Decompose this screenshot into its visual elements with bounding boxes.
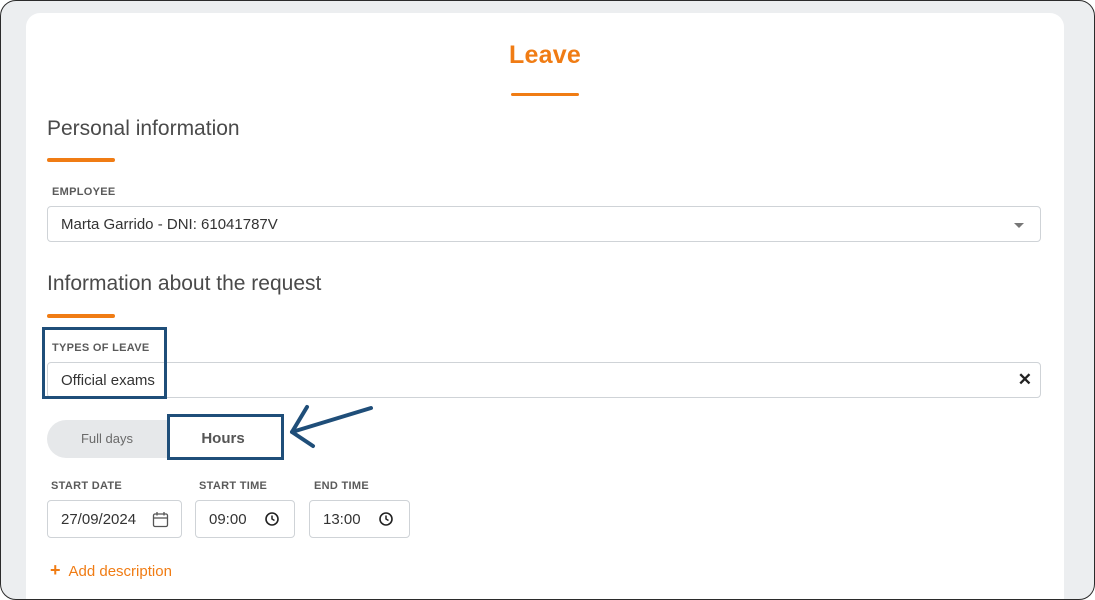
start-date-value: 27/09/2024 xyxy=(61,511,137,528)
hours-highlight-box xyxy=(167,414,284,460)
employee-value: Marta Garrido - DNI: 61041787V xyxy=(61,216,278,233)
end-time-value: 13:00 xyxy=(323,511,361,528)
page-title-underline xyxy=(511,93,579,96)
start-time-label: START TIME xyxy=(199,480,268,492)
start-date-label: START DATE xyxy=(51,480,123,492)
request-info-underline xyxy=(47,314,115,318)
page-title: Leave xyxy=(509,41,581,69)
personal-info-title: Personal information xyxy=(47,117,240,140)
end-time-label: END TIME xyxy=(314,480,369,492)
types-of-leave-highlight-box xyxy=(42,327,167,399)
calendar-icon[interactable] xyxy=(152,511,169,533)
employee-label: EMPLOYEE xyxy=(52,186,116,198)
add-description-link[interactable]: + Add description xyxy=(50,560,172,581)
employee-select[interactable]: Marta Garrido - DNI: 61041787V xyxy=(47,206,1041,242)
types-of-leave-select[interactable]: Official exams ✕ xyxy=(47,362,1041,398)
close-icon[interactable]: ✕ xyxy=(1018,370,1032,390)
personal-info-underline xyxy=(47,158,115,162)
leave-request-card: Leave Personal information EMPLOYEE Mart… xyxy=(26,13,1064,599)
annotation-arrow-icon xyxy=(290,405,373,448)
start-time-value: 09:00 xyxy=(209,511,247,528)
start-time-input[interactable]: 09:00 xyxy=(195,500,295,538)
clock-icon[interactable] xyxy=(378,511,394,532)
request-info-title: Information about the request xyxy=(47,272,322,295)
start-date-input[interactable]: 27/09/2024 xyxy=(47,500,182,538)
screenshot-frame: Leave Personal information EMPLOYEE Mart… xyxy=(0,0,1095,600)
chevron-down-icon[interactable] xyxy=(1014,223,1024,228)
plus-icon: + xyxy=(50,560,61,580)
add-description-label: Add description xyxy=(68,563,172,580)
toggle-full-days[interactable]: Full days xyxy=(47,420,167,458)
end-time-input[interactable]: 13:00 xyxy=(309,500,410,538)
clock-icon[interactable] xyxy=(264,511,280,532)
